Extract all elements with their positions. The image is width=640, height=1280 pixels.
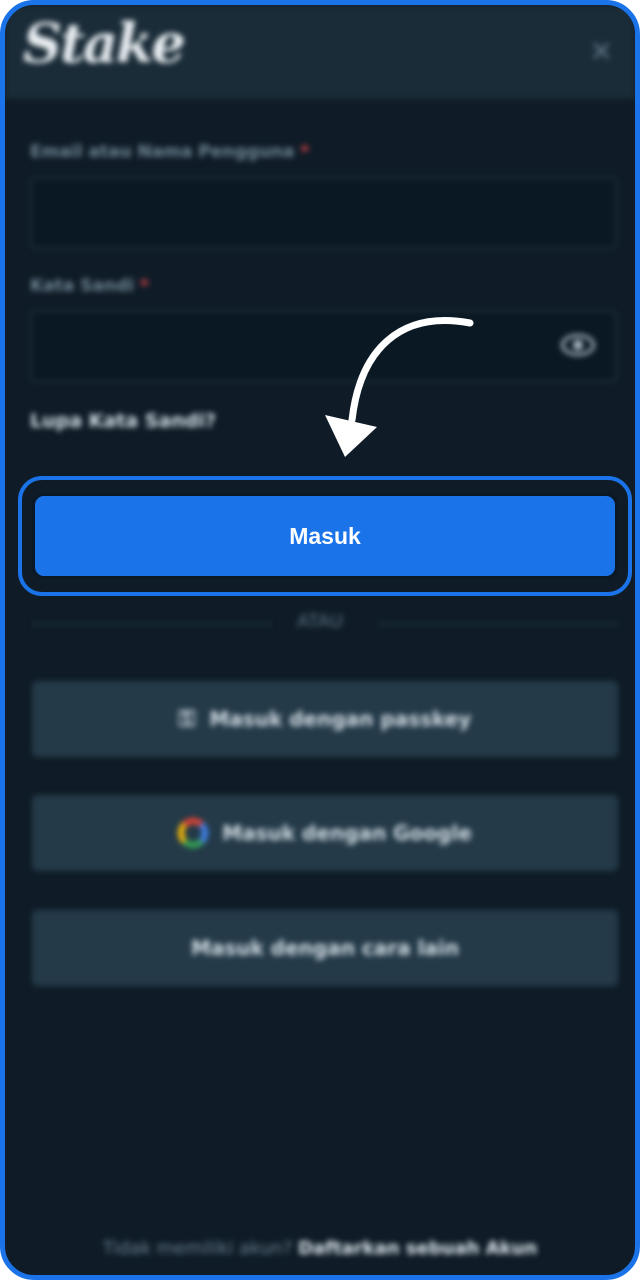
blurred-login-form: Stake ✕ Email atau Nama Pengguna * Kata … bbox=[5, 5, 635, 1275]
email-field[interactable] bbox=[30, 177, 617, 249]
close-icon[interactable]: ✕ bbox=[590, 35, 613, 68]
register-prompt-text: Tidak memiliki akun? bbox=[102, 1238, 293, 1259]
stake-logo: Stake bbox=[23, 11, 186, 75]
email-label: Email atau Nama Pengguna * bbox=[30, 142, 310, 162]
register-prompt: Tidak memiliki akun? Daftarkan sebuah Ak… bbox=[5, 1238, 635, 1259]
google-login-button[interactable]: Masuk dengan Google bbox=[32, 795, 618, 871]
passkey-login-button[interactable]: ⚿ Masuk dengan passkey bbox=[32, 681, 618, 757]
password-label: Kata Sandi * bbox=[30, 276, 149, 296]
divider-text: ATAU bbox=[296, 611, 343, 632]
register-link[interactable]: Daftarkan sebuah Akun bbox=[298, 1238, 537, 1259]
pointer-arrow-icon bbox=[325, 317, 474, 457]
google-icon bbox=[178, 818, 209, 848]
required-mark: * bbox=[300, 142, 310, 162]
eye-icon[interactable] bbox=[561, 334, 595, 356]
passkey-icon: ⚿ bbox=[178, 706, 196, 732]
passkey-button-label: Masuk dengan passkey bbox=[209, 707, 472, 731]
divider-line-right bbox=[378, 623, 618, 625]
required-mark: * bbox=[139, 276, 149, 296]
login-button[interactable]: Masuk bbox=[32, 493, 618, 579]
other-login-button[interactable]: Masuk dengan cara lain bbox=[32, 910, 618, 986]
other-button-label: Masuk dengan cara lain bbox=[190, 936, 460, 960]
phone-frame: Stake ✕ Email atau Nama Pengguna * Kata … bbox=[0, 0, 640, 1280]
google-button-label: Masuk dengan Google bbox=[222, 821, 472, 845]
header-bar: Stake ✕ bbox=[5, 5, 635, 99]
forgot-password-link[interactable]: Lupa Kata Sandi? bbox=[30, 410, 216, 432]
